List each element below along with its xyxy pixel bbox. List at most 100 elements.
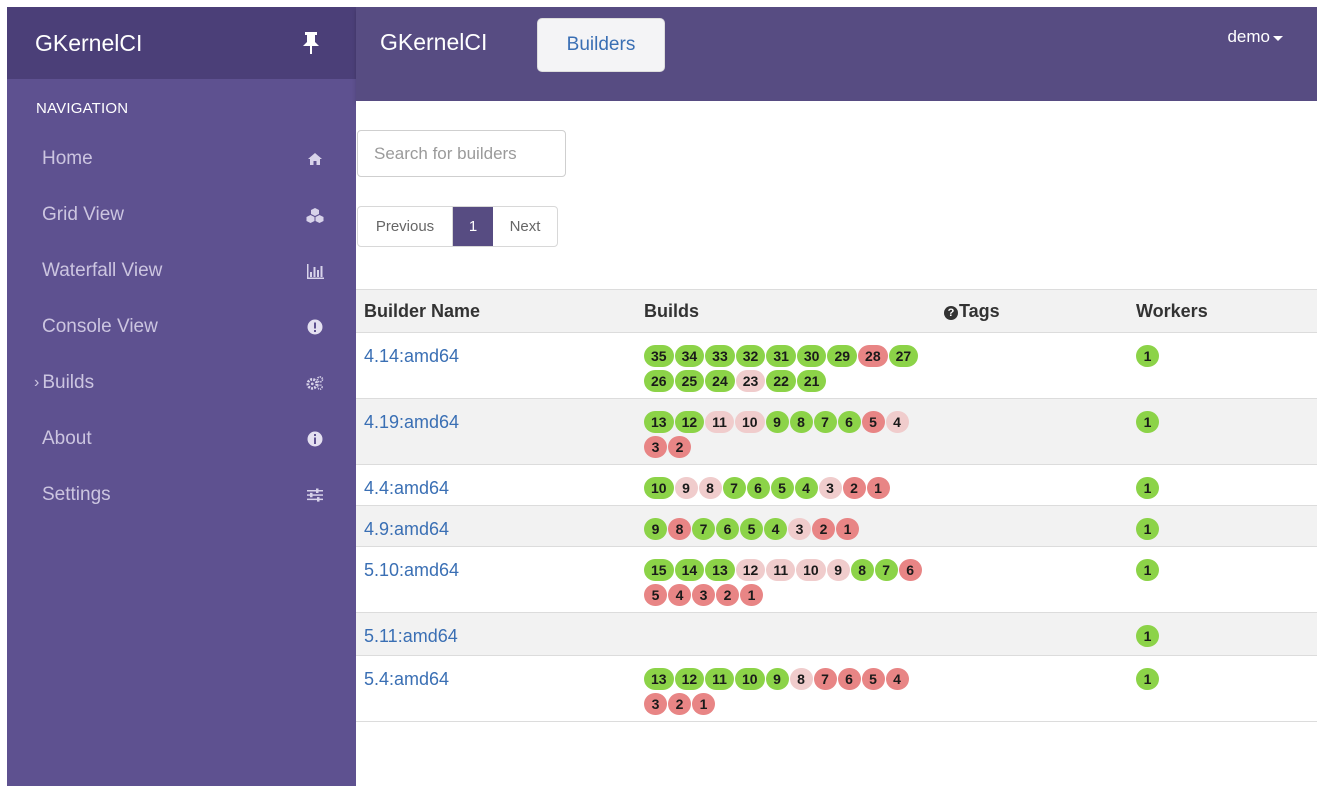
build-badge-success[interactable]: 35 [644, 345, 674, 367]
build-badge-warning[interactable]: 3 [788, 518, 811, 540]
build-badge-failure[interactable]: 8 [668, 518, 691, 540]
build-badge-success[interactable]: 10 [734, 668, 765, 690]
build-badge-success[interactable]: 24 [705, 370, 735, 392]
build-badge-success[interactable]: 13 [644, 668, 674, 690]
builder-link[interactable]: 4.4:amd64 [364, 478, 449, 498]
build-badge-success[interactable]: 7 [813, 411, 837, 433]
user-menu[interactable]: demo [1227, 27, 1283, 47]
build-badge-failure[interactable]: 4 [885, 668, 909, 690]
breadcrumb-builders[interactable]: Builders [537, 18, 665, 72]
builder-link[interactable]: 4.19:amd64 [364, 412, 459, 432]
build-badge-failure[interactable]: 1 [740, 584, 763, 606]
build-badge-warning[interactable]: 9 [674, 477, 698, 499]
build-badge-failure[interactable]: 5 [861, 668, 885, 690]
build-badge-success[interactable]: 4 [764, 518, 787, 540]
build-badge-success[interactable]: 6 [837, 411, 861, 433]
sidebar-item-waterfall-view[interactable]: Waterfall View [7, 243, 356, 299]
build-badge-warning[interactable]: 23 [735, 370, 766, 392]
build-badge-failure[interactable]: 7 [813, 668, 837, 690]
pin-icon[interactable] [302, 31, 320, 55]
build-badge-failure[interactable]: 2 [668, 436, 691, 458]
sidebar-item-settings[interactable]: Settings [7, 467, 356, 523]
build-badge-success[interactable]: 25 [674, 370, 705, 392]
sidebar-item-home[interactable]: Home [7, 131, 356, 187]
current-page-button[interactable]: 1 [453, 207, 493, 246]
build-badge-warning[interactable]: 10 [734, 411, 765, 433]
build-badge-success[interactable]: 5 [740, 518, 763, 540]
build-badge-failure[interactable]: 1 [866, 477, 890, 499]
build-badge-success[interactable]: 15 [644, 559, 674, 581]
build-badge-success[interactable]: 29 [827, 345, 858, 367]
worker-badge[interactable]: 1 [1136, 518, 1159, 540]
build-badge-success[interactable]: 7 [692, 518, 715, 540]
build-badge-failure[interactable]: 5 [644, 584, 667, 606]
build-badge-success[interactable]: 32 [735, 345, 766, 367]
build-badge-failure[interactable]: 3 [692, 584, 715, 606]
build-badge-success[interactable]: 14 [674, 559, 705, 581]
build-badge-failure[interactable]: 3 [644, 693, 667, 715]
build-badge-success[interactable]: 21 [796, 370, 827, 392]
build-badge-warning[interactable]: 3 [818, 477, 842, 499]
build-badge-success[interactable]: 26 [644, 370, 674, 392]
build-badge-success[interactable]: 9 [765, 411, 789, 433]
worker-badge[interactable]: 1 [1136, 411, 1159, 433]
build-badge-failure[interactable]: 2 [668, 693, 691, 715]
build-badge-success[interactable]: 27 [888, 345, 919, 367]
build-badge-warning[interactable]: 8 [789, 668, 813, 690]
build-badge-warning[interactable]: 8 [698, 477, 722, 499]
build-badge-success[interactable]: 8 [850, 559, 874, 581]
worker-badge[interactable]: 1 [1136, 345, 1159, 367]
build-badge-failure[interactable]: 5 [861, 411, 885, 433]
build-badge-success[interactable]: 9 [765, 668, 789, 690]
build-badge-failure[interactable]: 4 [668, 584, 691, 606]
sidebar-item-builds[interactable]: › Builds [7, 355, 356, 411]
build-badge-failure[interactable]: 2 [716, 584, 739, 606]
header-builder-name[interactable]: Builder Name [356, 301, 636, 322]
build-badge-success[interactable]: 13 [705, 559, 735, 581]
build-badge-failure[interactable]: 1 [692, 693, 715, 715]
build-badge-success[interactable]: 12 [674, 668, 705, 690]
build-badge-warning[interactable]: 11 [705, 411, 734, 433]
build-badge-success[interactable]: 4 [794, 477, 818, 499]
sidebar-item-about[interactable]: About [7, 411, 356, 467]
build-badge-success[interactable]: 8 [789, 411, 813, 433]
build-badge-failure[interactable]: 28 [858, 345, 888, 367]
build-badge-success[interactable]: 6 [716, 518, 739, 540]
builder-link[interactable]: 4.9:amd64 [364, 519, 449, 539]
next-page-button[interactable]: Next [493, 207, 557, 246]
topbar-brand[interactable]: GKernelCI [380, 29, 487, 56]
previous-page-button[interactable]: Previous [358, 207, 453, 246]
worker-badge[interactable]: 1 [1136, 477, 1159, 499]
build-badge-success[interactable]: 33 [705, 345, 735, 367]
build-badge-warning[interactable]: 4 [885, 411, 909, 433]
search-input[interactable] [357, 130, 566, 177]
build-badge-success[interactable]: 7 [722, 477, 746, 499]
build-badge-warning[interactable]: 9 [826, 559, 850, 581]
worker-badge[interactable]: 1 [1136, 668, 1159, 690]
build-badge-failure[interactable]: 2 [842, 477, 866, 499]
question-circle-icon[interactable]: ? [944, 305, 958, 320]
build-badge-failure[interactable]: 6 [837, 668, 861, 690]
build-badge-warning[interactable]: 12 [735, 559, 766, 581]
build-badge-success[interactable]: 34 [674, 345, 705, 367]
worker-badge[interactable]: 1 [1136, 559, 1159, 581]
build-badge-success[interactable]: 12 [674, 411, 705, 433]
build-badge-success[interactable]: 30 [796, 345, 827, 367]
build-badge-success[interactable]: 11 [705, 668, 734, 690]
sidebar-item-grid-view[interactable]: Grid View [7, 187, 356, 243]
build-badge-warning[interactable]: 11 [766, 559, 796, 581]
build-badge-success[interactable]: 7 [874, 559, 898, 581]
build-badge-failure[interactable]: 3 [644, 436, 667, 458]
build-badge-warning[interactable]: 10 [796, 559, 826, 581]
builder-link[interactable]: 5.10:amd64 [364, 560, 459, 580]
build-badge-success[interactable]: 6 [746, 477, 770, 499]
builder-link[interactable]: 5.4:amd64 [364, 669, 449, 689]
build-badge-success[interactable]: 9 [644, 518, 667, 540]
chevron-right-icon[interactable]: › [34, 374, 39, 392]
build-badge-failure[interactable]: 1 [836, 518, 859, 540]
builder-link[interactable]: 5.11:amd64 [364, 626, 458, 646]
build-badge-failure[interactable]: 6 [898, 559, 922, 581]
build-badge-success[interactable]: 31 [766, 345, 796, 367]
build-badge-success[interactable]: 10 [644, 477, 674, 499]
build-badge-success[interactable]: 13 [644, 411, 674, 433]
